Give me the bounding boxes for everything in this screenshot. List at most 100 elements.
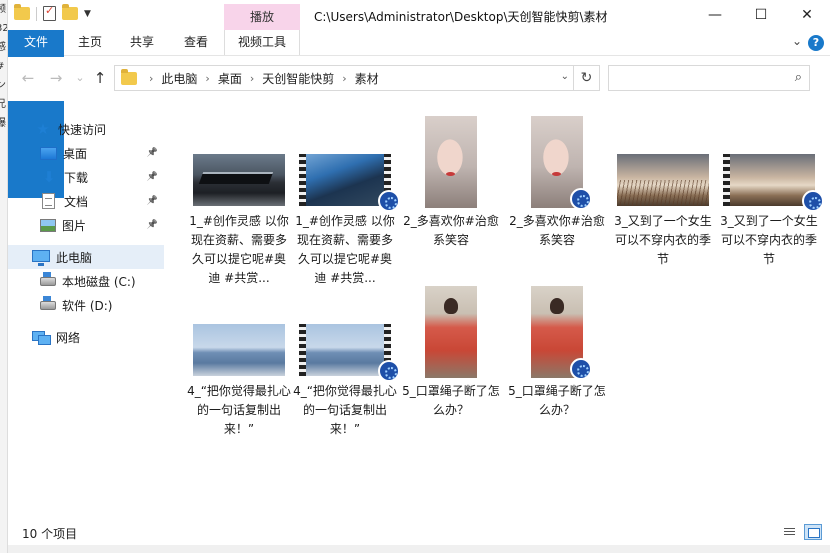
file-item[interactable]: 4_“把你觉得最扎心的一句话复制出来！” [292,278,400,446]
file-item[interactable]: 5_口罩绳子断了怎么办？ [504,278,610,446]
minimize-button[interactable]: — [692,0,738,30]
close-button[interactable]: ✕ [784,0,830,30]
background-text: 兄 [0,95,7,114]
address-bar[interactable]: › 此电脑 › 桌面 › 天创智能快剪 › 素材 ⌄ ↻ [114,65,600,91]
file-name: 1_#创作灵感 以你现在资薪、需要多久可以提它呢#奥迪 #共赏... [295,214,395,285]
title-bar: ▼ 播放 C:\Users\Administrator\Desktop\天创智能… [8,0,830,30]
background-text: 感 [0,38,7,57]
image-thumbnail [617,154,709,206]
breadcrumb-separator-icon[interactable]: › [205,72,209,85]
item-count: 10 个项目 [22,527,78,541]
sidebar-item-label: 图片 [62,218,87,233]
forward-arrow-icon[interactable]: → [46,68,66,88]
navigation-pane: ★ 快速访问桌面 📌 ⬇ 下载 📌 文档 📌 图片 📌 此电脑本地磁盘 (C:) 软件 (D:) 网络 [8,112,164,512]
sidebar-item[interactable]: 网络 [8,325,164,349]
maximize-button[interactable]: ☐ [738,0,784,30]
details-view-icon[interactable] [780,524,798,540]
video-app-badge-icon [802,190,824,212]
file-name: 2_多喜欢你#治愈系笑容 [509,214,605,247]
desktop-icon [40,146,57,160]
large-icons-view-icon[interactable] [804,524,822,540]
navigation-bar: ← → ⌄ ↑ › 此电脑 › 桌面 › 天创智能快剪 › 素材 ⌄ ↻ ⌕ [8,57,830,101]
file-item[interactable]: 4_“把你觉得最扎心的一句话复制出来！” [186,278,292,446]
video-app-badge-icon [570,188,592,210]
new-folder-icon[interactable] [62,4,78,20]
window-title: C:\Users\Administrator\Desktop\天创智能快剪\素材 [314,10,608,24]
sidebar-item[interactable]: ⬇ 下载 📌 [8,165,164,189]
expand-ribbon-icon[interactable]: ⌄ [792,34,802,48]
network-icon [32,330,51,345]
file-item[interactable]: 3_又到了一个女生可以不穿内衣的季节 [610,108,716,276]
properties-icon[interactable] [43,4,56,21]
breadcrumb-separator-icon[interactable]: › [342,72,346,85]
file-item[interactable]: 3_又到了一个女生可以不穿内衣的季节 [716,108,824,276]
sidebar-item[interactable]: 桌面 📌 [8,141,164,165]
tab-home[interactable]: 主页 [68,30,112,55]
breadcrumb: › 此电脑 › 桌面 › 天创智能快剪 › 素材 [141,66,379,90]
pin-icon[interactable]: 📌 [147,220,158,230]
sidebar-item[interactable]: 此电脑 [8,245,164,269]
breadcrumb-separator-icon[interactable]: › [250,72,254,85]
breadcrumb-this-pc[interactable]: 此电脑 [161,70,197,87]
sidebar-item[interactable]: 软件 (D:) [8,293,164,317]
pin-icon[interactable]: 📌 [147,196,158,206]
sidebar-item[interactable]: ★ 快速访问 [8,117,164,141]
back-arrow-icon[interactable]: ← [18,68,38,88]
file-name: 4_“把你觉得最扎心的一句话复制出来！” [187,384,291,436]
folder-icon [121,69,137,85]
background-text: ン [0,76,7,95]
image-thumbnail [425,116,477,208]
background-window-strip: 频32感#ン兄爆 [0,0,8,553]
help-icon[interactable]: ? [808,35,824,51]
computer-icon [32,249,50,266]
image-thumbnail [425,286,477,378]
sidebar-item-label: 文档 [64,194,89,209]
customize-toolbar-icon[interactable]: ▼ [84,9,91,19]
sidebar-item-label: 本地磁盘 (C:) [62,274,136,289]
sidebar-item-label: 下载 [64,170,89,185]
sidebar-item-label: 快速访问 [58,122,107,137]
sidebar-item-label: 此电脑 [56,250,93,265]
download-icon: ⬇ [42,168,56,186]
breadcrumb-desktop[interactable]: 桌面 [218,70,242,87]
file-name: 5_口罩绳子断了怎么办？ [402,384,500,417]
tab-play-context[interactable]: 播放 [224,4,300,30]
horizontal-scrollbar[interactable] [8,545,830,553]
tab-share[interactable]: 共享 [120,30,164,55]
disk-icon [40,271,56,286]
refresh-icon[interactable]: ↻ [573,66,599,90]
disk-icon [40,295,56,310]
file-name: 4_“把你觉得最扎心的一句话复制出来！” [293,384,397,436]
tab-video-tools[interactable]: 视频工具 [224,30,300,55]
file-item[interactable]: 2_多喜欢你#治愈系笑容 [504,108,610,276]
status-bar: 10 个项目 [8,520,830,545]
image-thumbnail [193,324,285,376]
breadcrumb-tianchuang[interactable]: 天创智能快剪 [262,70,334,87]
pin-icon[interactable]: 📌 [147,148,158,158]
file-item[interactable]: 2_多喜欢你#治愈系笑容 [398,108,504,276]
breadcrumb-sucai[interactable]: 素材 [355,70,379,87]
sidebar-item[interactable]: 本地磁盘 (C:) [8,269,164,293]
quick-access-toolbar: ▼ [14,4,91,21]
pin-icon[interactable]: 📌 [147,172,158,182]
breadcrumb-separator-icon[interactable]: › [149,72,153,85]
up-arrow-icon[interactable]: ↑ [90,68,110,88]
toolbar-divider [36,6,37,21]
file-item[interactable]: 5_口罩绳子断了怎么办？ [398,278,504,446]
file-item[interactable]: 1_#创作灵感 以你现在资薪、需要多久可以提它呢#奥迪 #共赏... [186,108,292,285]
address-dropdown-icon[interactable]: ⌄ [561,71,569,82]
file-name: 2_多喜欢你#治愈系笑容 [403,214,499,247]
file-explorer-window: ▼ 播放 C:\Users\Administrator\Desktop\天创智能… [8,0,830,553]
ribbon-tabs: 文件 主页 共享 查看 视频工具 ⌄ ? [8,30,830,198]
video-app-badge-icon [378,190,400,212]
sidebar-item[interactable]: 图片 📌 [8,213,164,237]
search-icon[interactable]: ⌕ [795,70,802,85]
sidebar-item[interactable]: 文档 📌 [8,189,164,213]
star-icon: ★ [36,120,50,138]
tab-view[interactable]: 查看 [174,30,218,55]
video-app-badge-icon [570,358,592,380]
file-item[interactable]: 1_#创作灵感 以你现在资薪、需要多久可以提它呢#奥迪 #共赏... [292,108,400,285]
search-box[interactable]: ⌕ [608,65,810,91]
recent-locations-icon[interactable]: ⌄ [70,68,90,88]
search-input[interactable] [609,66,779,90]
